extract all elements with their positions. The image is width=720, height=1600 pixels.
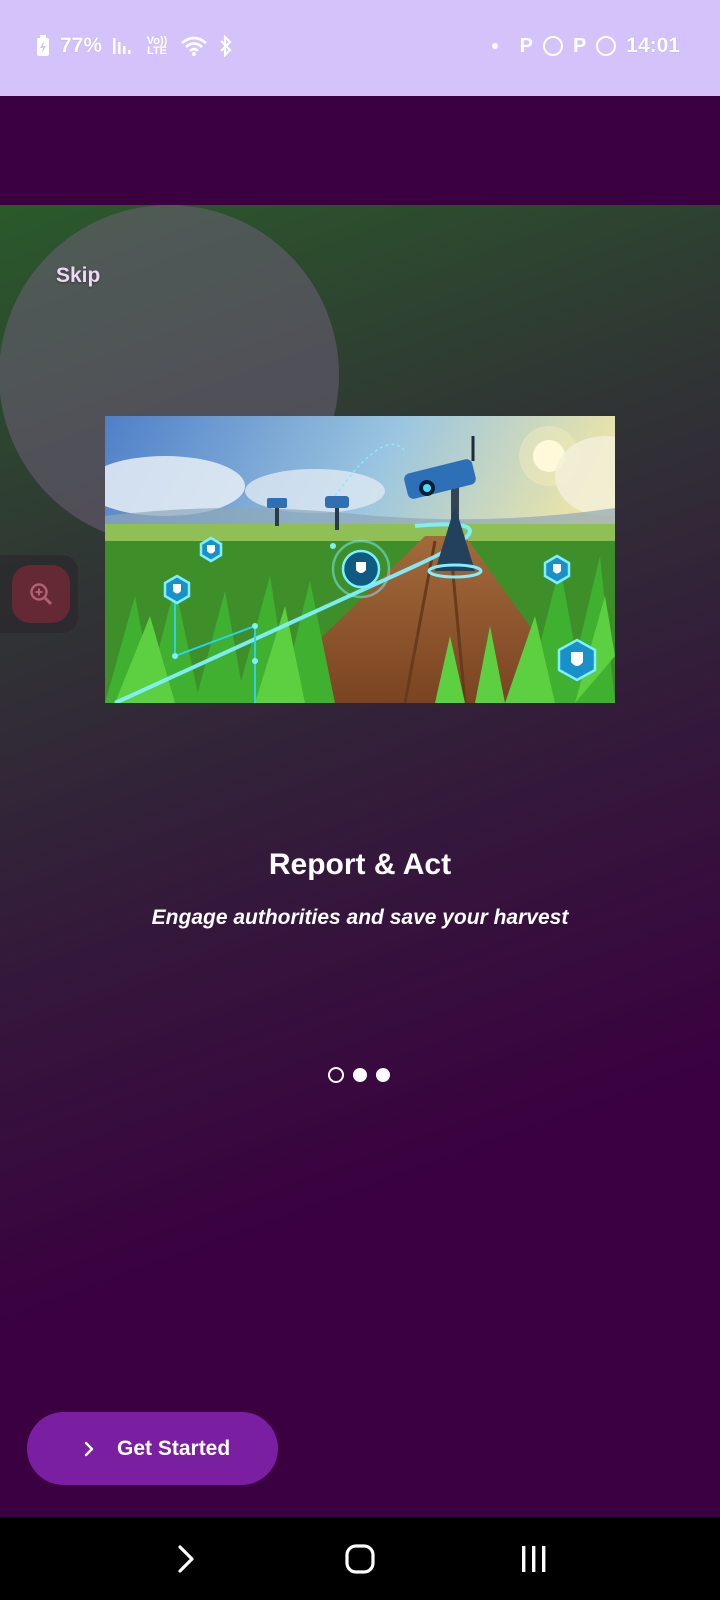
status-right-group: P P 14:01 — [491, 34, 680, 58]
notification-dot-icon — [491, 43, 498, 49]
volte-icon: Vo)) LTE — [146, 35, 168, 57]
back-icon — [178, 1545, 194, 1573]
nav-home-button[interactable] — [338, 1537, 382, 1581]
status-time: 14:01 — [626, 34, 680, 57]
page-indicator — [328, 1067, 390, 1083]
zoom-button[interactable] — [12, 565, 70, 623]
get-started-button[interactable]: Get Started — [27, 1412, 278, 1485]
battery-percent: 77% — [60, 34, 103, 57]
wifi-icon — [181, 36, 207, 56]
page-dot[interactable] — [376, 1068, 390, 1082]
parking-icon: P — [572, 34, 587, 57]
onboarding-title: Report & Act — [268, 848, 452, 881]
onboarding-subtitle: Engage authorities and save your harvest — [151, 906, 569, 929]
smart-farm-illustration — [105, 416, 615, 703]
zoom-in-icon — [30, 583, 53, 606]
page-dot[interactable] — [353, 1068, 367, 1082]
signal-icon — [113, 38, 131, 54]
skip-button[interactable]: Skip — [56, 264, 100, 288]
chevron-right-icon — [84, 1441, 94, 1456]
bluetooth-icon — [220, 35, 232, 57]
system-nav-bar — [0, 1517, 720, 1600]
get-started-label: Get Started — [117, 1436, 231, 1460]
recents-icon — [522, 1546, 546, 1572]
nav-back-button[interactable] — [164, 1537, 208, 1581]
page-dot-active[interactable] — [328, 1067, 344, 1083]
home-icon — [345, 1544, 375, 1574]
battery-charging-icon — [37, 35, 49, 56]
whatsapp-icon — [596, 36, 617, 56]
status-bar: 77% Vo)) LTE P P 14:01 — [0, 0, 720, 96]
app-header — [0, 96, 720, 205]
nav-recents-button[interactable] — [512, 1537, 556, 1581]
hero-illustration — [105, 416, 615, 703]
status-left-group: 77% Vo)) LTE — [36, 34, 234, 58]
parking-icon: P — [519, 34, 533, 57]
whatsapp-icon — [542, 36, 563, 56]
